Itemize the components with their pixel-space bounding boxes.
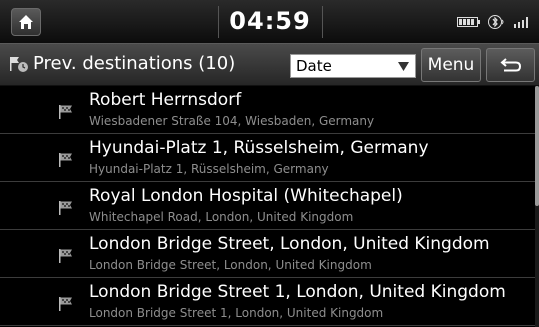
page-title: Prev. destinations (10) (33, 53, 236, 74)
destination-address: Hyundai-Platz 1, Rüsselsheim, Germany (89, 162, 329, 176)
destination-name: London Bridge Street, London, United Kin… (89, 234, 490, 254)
destination-item[interactable]: Hyundai-Platz 1, Rüsselsheim, Germany Hyu… (0, 134, 535, 182)
signal-icon (514, 17, 528, 28)
back-arrow-icon (499, 58, 521, 72)
destination-name: Royal London Hospital (Whitechapel) (89, 186, 403, 206)
flag-icon (59, 297, 72, 311)
home-button[interactable] (11, 8, 41, 36)
flag-icon (59, 201, 72, 215)
recent-destinations-icon (10, 57, 28, 72)
scrollbar[interactable] (535, 86, 539, 327)
home-icon (19, 15, 33, 29)
destination-item[interactable]: Robert Herrnsdorf Wiesbadener Straße 104,… (0, 86, 535, 134)
sort-select-value: Date (296, 57, 332, 75)
destination-address: London Bridge Street 1, London, United K… (89, 306, 384, 320)
destination-address: Wiesbadener Straße 104, Wiesbaden, Germa… (89, 114, 375, 128)
status-divider (322, 6, 323, 38)
flag-icon-wrap (58, 200, 74, 220)
bluetooth-icon (488, 15, 504, 29)
destination-name: Hyundai-Platz 1, Rüsselsheim, Germany (89, 138, 429, 158)
flag-icon (59, 153, 72, 167)
destination-item[interactable]: Royal London Hospital (Whitechapel) White… (0, 182, 535, 230)
destination-item[interactable]: London Bridge Street, London, United Kin… (0, 230, 535, 278)
status-bar: 04:59 (0, 0, 539, 43)
status-divider (218, 6, 219, 38)
flag-icon (59, 249, 72, 263)
flag-icon-wrap (58, 248, 74, 268)
menu-button[interactable]: Menu (421, 48, 481, 82)
battery-icon (457, 17, 480, 27)
clock: 04:59 (229, 7, 311, 35)
flag-icon (59, 105, 72, 119)
flag-icon-wrap (58, 152, 74, 172)
destination-item[interactable]: London Bridge Street 1, London, United K… (0, 278, 535, 326)
flag-icon-wrap (58, 296, 74, 316)
scrollbar-thumb[interactable] (535, 86, 539, 206)
destination-name: Robert Herrnsdorf (89, 90, 242, 110)
sort-select[interactable]: Date (290, 54, 416, 78)
destination-address: London Bridge Street, London, United Kin… (89, 258, 372, 272)
list-header: Prev. destinations (10) Date Menu (0, 43, 539, 86)
destination-name: London Bridge Street 1, London, United K… (89, 282, 506, 302)
status-icons (457, 13, 531, 31)
flag-icon-wrap (58, 104, 74, 124)
navigation-screen: 04:59 Prev. destinations (10) Date Menu … (0, 0, 539, 327)
destination-address: Whitechapel Road, London, United Kingdom (89, 210, 354, 224)
chevron-down-icon (398, 62, 409, 71)
back-button[interactable] (486, 48, 535, 82)
destination-list: Robert Herrnsdorf Wiesbadener Straße 104,… (0, 86, 535, 327)
